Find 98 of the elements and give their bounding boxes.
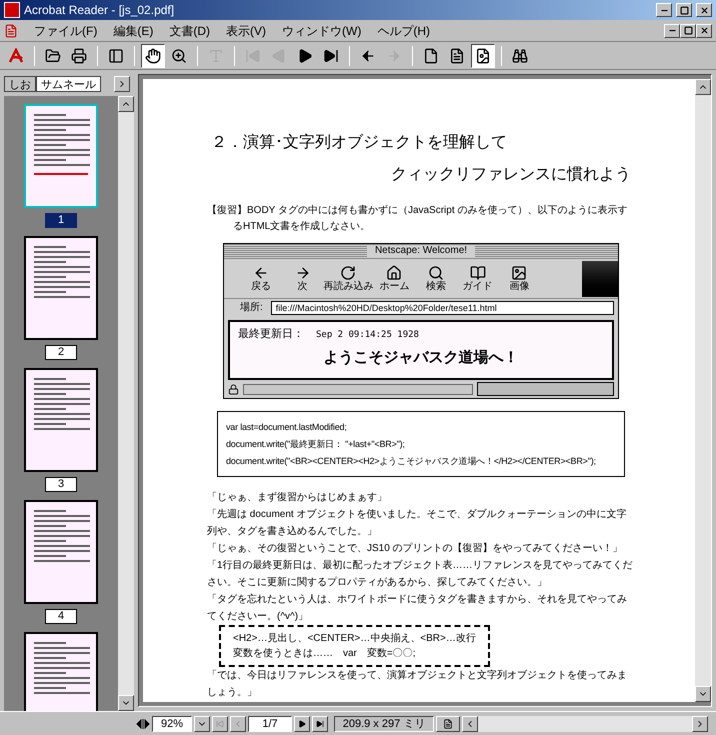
heading-line: ２．演算･文字列オブジェクトを理解して [210, 132, 508, 153]
thumbnail-label[interactable]: 2 [44, 345, 78, 360]
fit-page-icon [449, 48, 465, 64]
app-icon [4, 2, 20, 18]
browser-button-icon [428, 264, 444, 280]
tab-scroll-button[interactable] [114, 76, 130, 92]
minimize-button[interactable] [656, 3, 672, 17]
lock-icon [228, 384, 239, 394]
acrobat-logo-icon [8, 48, 24, 64]
page-size-field: 209.9 x 297 ミリ [334, 716, 434, 732]
document-minimize-button[interactable] [664, 24, 680, 38]
browser-button[interactable]: 画像 [498, 264, 540, 292]
note-line: <H2>…見出し、<CENTER>…中央揃え、<BR>…改行 [233, 632, 476, 646]
menu-item[interactable]: 文書(D) [161, 22, 218, 40]
page-thumbnail[interactable] [24, 368, 98, 472]
page-number-field[interactable]: 1/7 [248, 716, 292, 732]
thumbnail-label[interactable]: 1 [44, 213, 78, 228]
page-thumbnail[interactable] [24, 500, 98, 604]
close-icon [700, 26, 708, 35]
dialogue-line: 「じゃぁ、その復習ということで、JS10 のプリントの【復習】をやってみてくださーい！」 [207, 542, 624, 556]
location-label: 場所: [240, 300, 263, 315]
page-layout-icon [443, 718, 453, 728]
printer-icon [71, 48, 87, 64]
thumbnail-label[interactable]: 4 [44, 609, 78, 624]
menu-item[interactable]: ファイル(F) [26, 22, 106, 40]
browser-button-icon [470, 264, 486, 280]
browser-title: Netscape: Welcome! [366, 245, 476, 257]
previous-page-button[interactable] [230, 716, 246, 732]
browser-button[interactable]: 検索 [415, 264, 457, 292]
heading-line: クィックリファレンスに慣れよう [391, 165, 631, 185]
maximize-button[interactable] [676, 3, 692, 17]
browser-button-icon [511, 264, 528, 280]
code-line: document.write("<BR><CENTER><H2>ようこそジャバスク道場へ！</H2></CENTER><BR>"); [226, 455, 597, 468]
close-icon [700, 6, 708, 14]
first-page-button[interactable] [212, 716, 228, 732]
first-page-icon [216, 720, 224, 728]
next-page-button[interactable] [294, 716, 310, 732]
last-modified-value: Sep 2 09:14:25 1928 [316, 329, 419, 342]
back-arrow-icon [360, 48, 376, 64]
thumbnail-label[interactable]: 3 [44, 477, 78, 492]
restore-icon [684, 26, 692, 35]
zoom-icon [171, 48, 187, 64]
welcome-heading: ようこそジャバスク道場へ！ [324, 348, 518, 368]
search-icon [512, 48, 528, 64]
code-line: var last=document.lastModified; [226, 421, 348, 434]
toolbar-button[interactable] [471, 44, 495, 68]
browser-button-icon [340, 264, 356, 280]
panel-tab[interactable]: サムネール [36, 76, 101, 92]
menu-item[interactable]: ヘルプ(H) [369, 22, 438, 40]
browser-button[interactable]: ホーム [373, 264, 416, 292]
scrollbar[interactable] [118, 96, 134, 711]
last-page-button[interactable] [312, 716, 328, 732]
dialogue-line: 「じゃぁ、まず復習からはじめまぁす」 [207, 490, 388, 505]
menu-item[interactable]: ウィンドウ(W) [274, 22, 370, 40]
document-icon [4, 24, 18, 38]
browser-button[interactable]: ガイド [456, 264, 499, 292]
page-thumbnail[interactable] [24, 236, 98, 340]
browser-button[interactable]: 戻る [240, 264, 282, 292]
zoom-dropdown-button[interactable] [194, 716, 210, 732]
code-line: document.write("最終更新日： "+last+"<BR>"); [226, 438, 406, 451]
page-thumbnail[interactable] [24, 632, 98, 711]
page-layout-button[interactable] [436, 716, 460, 732]
toolbar-button[interactable] [141, 44, 165, 68]
document-restore-button[interactable] [680, 24, 696, 38]
maximize-icon [680, 6, 688, 14]
dialogue-line: 「先週は document オブジェクトを使いました。そこで、ダブルクォーテーションの中に文字列や、タグを書き込めるんでした。」 [207, 508, 628, 539]
split-icon[interactable] [136, 718, 150, 728]
panel-tab[interactable]: しお [4, 76, 36, 92]
note-line: 変数を使うときは…… var 変数=〇〇; [233, 646, 417, 661]
dialogue-line: 「タグを忘れたという人は、ホワイトボードに使うタグを書きますから、それを見てやってみてくださいー。(^v^)」 [207, 592, 628, 624]
page-icon [423, 48, 439, 64]
browser-button-icon [386, 264, 402, 280]
zoom-field[interactable]: 92% [152, 716, 192, 732]
last-page-icon [316, 720, 324, 728]
browser-button-icon [294, 264, 311, 280]
dialogue-line: 「1行目の最終更新日は、最初に配ったオブジェクト表……リファレンスを見てやってみてください。そこに更新に関するプロパティがあるから、探してみてください。」 [207, 558, 634, 590]
close-button[interactable] [696, 3, 712, 17]
page-thumbnail[interactable] [24, 104, 98, 208]
hand-icon [145, 48, 161, 64]
fit-width-icon [475, 48, 491, 64]
document-close-button[interactable] [696, 24, 712, 38]
window-title: Acrobat Reader - [js_02.pdf] [24, 2, 176, 19]
horizontal-scrollbar[interactable] [462, 716, 708, 732]
next-page-icon [298, 720, 306, 728]
folder-icon [45, 48, 61, 64]
menu-item[interactable]: 表示(V) [218, 22, 274, 40]
url-field: file:///Macintosh%20HD/Desktop%20Folder/tese11.html [270, 300, 614, 314]
browser-button[interactable]: 次 [282, 264, 324, 292]
browser-button[interactable]: 再読み込み [323, 264, 374, 292]
last-page-icon [323, 48, 339, 64]
panel-icon [108, 48, 124, 64]
menu-item[interactable]: 編集(E) [105, 22, 162, 40]
dialogue-line: 「では、今日はリファレンスを使って、演算オブジェクトと文字列オブジェクトを使ってみましょう。」 [207, 668, 628, 700]
next-page-icon [297, 48, 313, 64]
last-modified-label: 最終更新日： [238, 326, 304, 342]
scrollbar[interactable] [695, 79, 711, 702]
browser-button-icon [252, 264, 269, 280]
task-text: 【復習】BODY タグの中には何も書かずに（JavaScript のみを使って）、以下のように表示するHTML文書を作成しなさい。 [207, 204, 628, 234]
